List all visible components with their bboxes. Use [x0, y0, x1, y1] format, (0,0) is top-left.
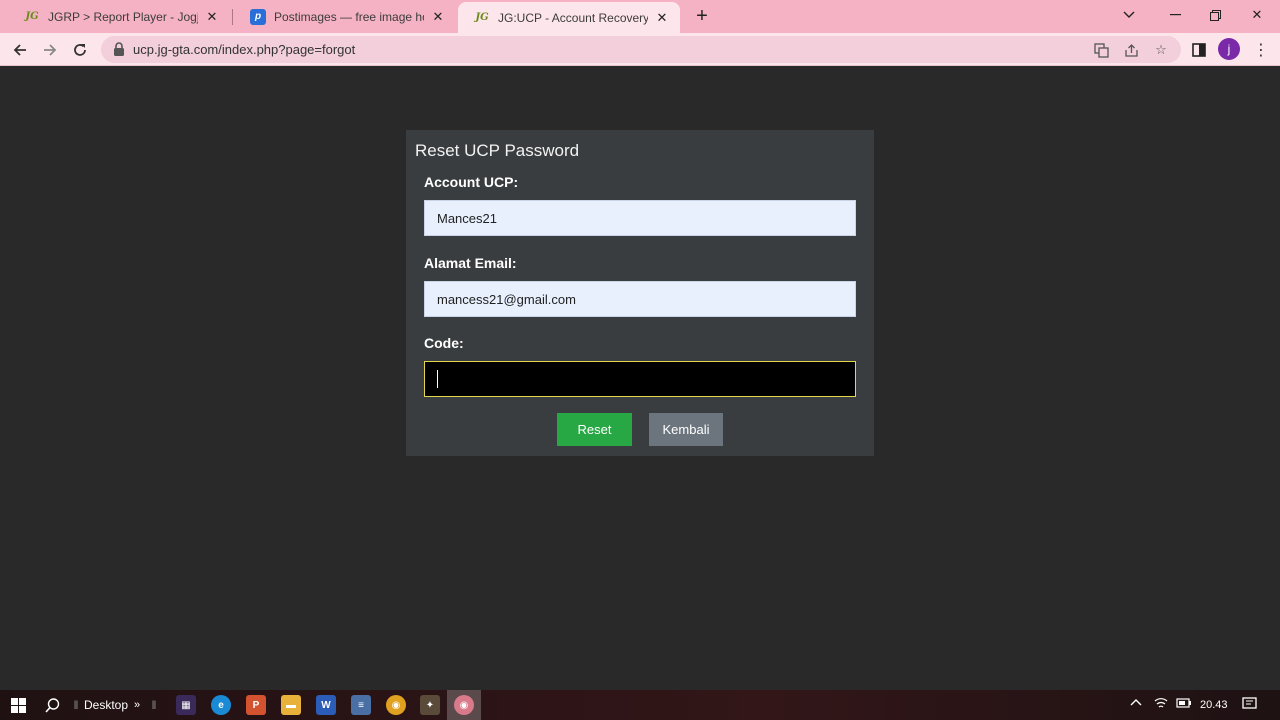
jg-logo-icon: JG — [25, 11, 39, 22]
email-input[interactable]: mancess21@gmail.com — [424, 281, 856, 317]
tab-title: Postimages — free image hosting — [274, 9, 424, 24]
new-tab-plus-icon[interactable]: + — [690, 4, 714, 28]
back-arrow-icon[interactable] — [7, 37, 33, 63]
battery-icon[interactable] — [1176, 697, 1192, 712]
word-icon[interactable]: W — [316, 695, 336, 715]
edge-icon[interactable]: e — [211, 695, 231, 715]
code-label: Code: — [424, 335, 464, 351]
windows-taskbar: ‖ Desktop » ‖ ▦ e P ▬ W ≡ ◉ ✦ ◉ 20.43 — [0, 690, 1280, 720]
tab-postimages[interactable]: p Postimages — free image hosting ✕ — [234, 0, 456, 33]
tab-title: JG:UCP - Account Recovery — [498, 10, 648, 25]
browser-tab-strip: JG JGRP > Report Player - Jogjagam ✕ p P… — [0, 0, 1280, 33]
text-caret — [437, 370, 438, 388]
notification-icon[interactable] — [1242, 697, 1257, 714]
winrar-icon[interactable]: ▦ — [176, 695, 196, 715]
address-bar[interactable]: ucp.jg-gta.com/index.php?page=forgot ☆ — [101, 36, 1181, 63]
account-ucp-input[interactable]: Mances21 — [424, 200, 856, 236]
clock-time[interactable]: 20.43 — [1200, 699, 1228, 711]
forward-arrow-icon[interactable] — [37, 37, 63, 63]
jg-logo-icon: JG — [475, 12, 489, 23]
restore-icon[interactable] — [1192, 0, 1238, 30]
tab-report-player[interactable]: JG JGRP > Report Player - Jogjagam ✕ — [8, 0, 230, 33]
bookmark-star-icon[interactable]: ☆ — [1151, 40, 1171, 60]
page-title: Reset UCP Password — [415, 141, 580, 160]
chrome-icon[interactable]: ◉ — [386, 695, 406, 715]
email-label: Alamat Email: — [424, 255, 517, 271]
kembali-button[interactable]: Kembali — [649, 413, 723, 446]
code-input[interactable] — [424, 361, 856, 397]
tab-search-chevron-icon[interactable] — [1106, 0, 1152, 30]
close-icon[interactable]: ✕ — [654, 10, 670, 26]
tray-expand-chevron-icon[interactable] — [1130, 697, 1142, 709]
lock-icon[interactable] — [113, 42, 125, 56]
reload-icon[interactable] — [67, 37, 93, 63]
tab-divider — [232, 9, 233, 25]
tab-title: JGRP > Report Player - Jogjagam — [48, 9, 198, 24]
share-icon[interactable] — [1121, 40, 1141, 60]
postimages-icon: p — [250, 8, 266, 25]
toolbar-expand-icon[interactable]: » — [131, 695, 143, 715]
search-icon[interactable] — [42, 695, 62, 715]
taskbar-divider: ‖ — [73, 698, 79, 712]
notepad-icon[interactable]: ≡ — [351, 695, 371, 715]
chrome-pink-icon[interactable]: ◉ — [454, 695, 474, 715]
close-icon[interactable]: ✕ — [204, 9, 220, 25]
reset-password-card: Reset UCP Password Account UCP: Mances21… — [406, 130, 874, 456]
desktop-toolbar-label[interactable]: Desktop — [84, 695, 128, 715]
url-text[interactable]: ucp.jg-gta.com/index.php?page=forgot — [133, 42, 355, 57]
profile-avatar[interactable]: j — [1218, 38, 1240, 60]
windows-start-icon[interactable] — [8, 695, 28, 715]
translate-icon[interactable] — [1091, 40, 1111, 60]
close-icon[interactable]: ✕ — [430, 9, 446, 25]
tab-account-recovery[interactable]: JG JG:UCP - Account Recovery ✕ — [458, 2, 680, 33]
reset-button[interactable]: Reset — [557, 413, 632, 446]
side-panel-icon[interactable] — [1186, 37, 1212, 63]
close-window-icon[interactable]: ✕ — [1234, 0, 1280, 30]
game-app-icon[interactable]: ✦ — [420, 695, 440, 715]
browser-toolbar: ucp.jg-gta.com/index.php?page=forgot ☆ j… — [0, 33, 1280, 66]
powerpoint-icon[interactable]: P — [246, 695, 266, 715]
more-menu-icon[interactable]: ⋮ — [1248, 37, 1274, 63]
file-explorer-icon[interactable]: ▬ — [281, 695, 301, 715]
taskbar-divider: ‖ — [151, 698, 157, 712]
wifi-icon[interactable] — [1154, 697, 1168, 712]
account-label: Account UCP: — [424, 174, 519, 190]
